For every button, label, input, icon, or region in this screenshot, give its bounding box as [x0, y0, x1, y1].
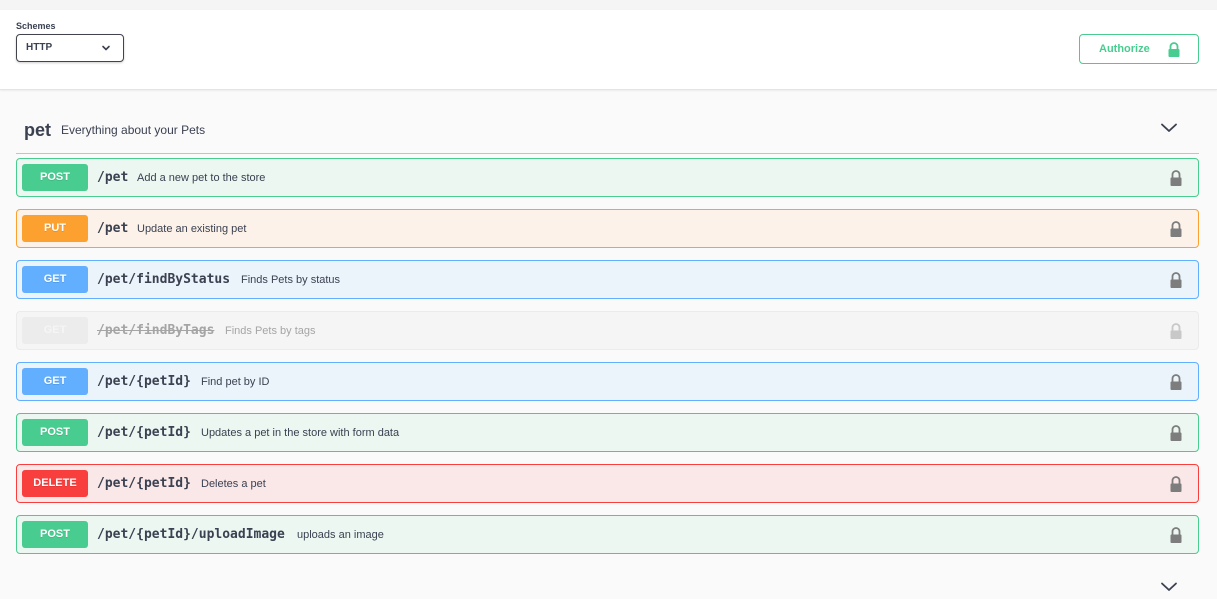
operation-row[interactable]: GET/pet/findByTags Finds Pets by tags — [16, 311, 1199, 350]
lock-icon — [1168, 42, 1180, 57]
operation-summary: Update an existing pet — [137, 223, 247, 235]
chevron-down-icon — [102, 45, 110, 51]
lock-icon[interactable] — [1169, 271, 1183, 289]
lock-icon[interactable] — [1169, 169, 1183, 187]
operation-path: /pet — [97, 221, 129, 236]
authorize-button[interactable]: Authorize — [1079, 34, 1199, 64]
chevron-down-icon[interactable] — [1160, 581, 1178, 593]
schemes-select[interactable]: HTTP — [16, 34, 124, 62]
method-badge: POST — [22, 521, 88, 548]
operation-summary: Deletes a pet — [201, 478, 266, 490]
lock-icon[interactable] — [1169, 526, 1183, 544]
operation-path: /pet/findByTags — [97, 323, 215, 338]
tag-description: Everything about your Pets — [61, 123, 206, 137]
lock-icon[interactable] — [1169, 424, 1183, 442]
schemes-select-value: HTTP — [26, 42, 53, 53]
lock-icon[interactable] — [1169, 475, 1183, 493]
lock-icon[interactable] — [1169, 373, 1183, 391]
operation-summary: Updates a pet in the store with form dat… — [201, 427, 400, 439]
schemes-label: Schemes — [16, 21, 56, 31]
method-badge: POST — [22, 164, 88, 191]
operation-summary: Find pet by ID — [201, 376, 270, 388]
top-strip — [0, 0, 1217, 10]
authorize-label: Authorize — [1099, 43, 1150, 55]
operation-row[interactable]: GET/pet/{petId} Find pet by ID — [16, 362, 1199, 401]
operation-path: /pet/{petId} — [97, 476, 191, 491]
operation-row[interactable]: GET/pet/findByStatus Finds Pets by status — [16, 260, 1199, 299]
operation-path: /pet/{petId} — [97, 374, 191, 389]
operation-path: /pet — [97, 170, 129, 185]
operation-summary: Finds Pets by status — [241, 274, 341, 286]
method-badge: GET — [22, 266, 88, 293]
tag-section-header[interactable]: pet Everything about your Pets — [16, 108, 1199, 154]
operation-summary: uploads an image — [297, 529, 384, 541]
tag-name: pet — [24, 120, 51, 140]
lock-icon[interactable] — [1169, 220, 1183, 238]
operation-summary: Add a new pet to the store — [137, 172, 266, 184]
operation-row[interactable]: POST/pet/{petId} Updates a pet in the sto… — [16, 413, 1199, 452]
operation-row[interactable]: DELETE/pet/{petId} Deletes a pet — [16, 464, 1199, 503]
operation-row[interactable]: POST/pet Add a new pet to the store — [16, 158, 1199, 197]
method-badge: PUT — [22, 215, 88, 242]
method-badge: POST — [22, 419, 88, 446]
operation-path: /pet/{petId}/uploadImage — [97, 527, 285, 542]
method-badge: DELETE — [22, 470, 88, 497]
scheme-container: Schemes HTTP Authorize — [0, 10, 1217, 90]
operation-summary: Finds Pets by tags — [225, 325, 316, 337]
operation-path: /pet/{petId} — [97, 425, 191, 440]
operation-row[interactable]: PUT/pet Update an existing pet — [16, 209, 1199, 248]
operation-row[interactable]: POST/pet/{petId}/uploadImage uploads an i… — [16, 515, 1199, 554]
method-badge: GET — [22, 368, 88, 395]
operation-path: /pet/findByStatus — [97, 272, 231, 287]
method-badge: GET — [22, 317, 88, 344]
chevron-down-icon[interactable] — [1160, 122, 1178, 134]
lock-icon[interactable] — [1169, 322, 1183, 340]
